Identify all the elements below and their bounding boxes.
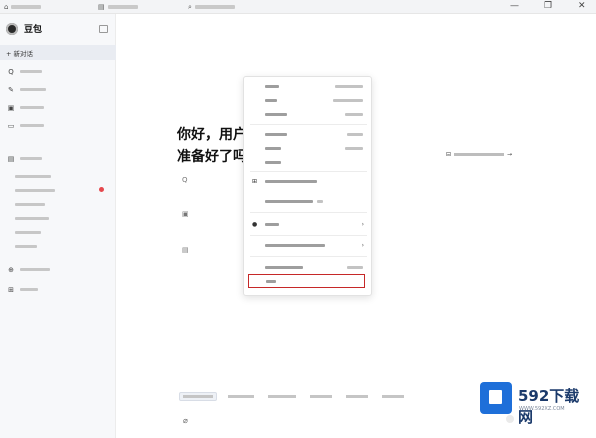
list-item[interactable] (15, 186, 55, 194)
input-toolbar (179, 392, 407, 401)
list-item[interactable] (15, 200, 45, 208)
globe-icon: ● (252, 220, 258, 228)
brand-name: 豆包 (24, 25, 43, 35)
menu-item[interactable] (244, 129, 373, 139)
menu-item-highlighted[interactable] (248, 274, 365, 288)
menu-item[interactable] (244, 109, 373, 119)
mode-chip[interactable] (343, 392, 371, 401)
notification-badge (99, 187, 104, 192)
sidebar-item-ai-search[interactable]: Q (0, 64, 116, 79)
menu-separator (250, 124, 367, 125)
menu-item[interactable] (244, 143, 373, 153)
tab-document[interactable]: ▤ (98, 1, 138, 13)
tab-label (194, 5, 235, 9)
favorites-icon: ⊞ (8, 285, 14, 294)
history-icon: ▤ (7, 154, 15, 163)
greeting-line-2: 准备好了吗 (177, 149, 247, 165)
mode-chip[interactable] (225, 392, 257, 401)
menu-item[interactable] (244, 157, 373, 167)
arrow-right-icon: → (507, 151, 513, 158)
chevron-right-icon: › (361, 241, 364, 249)
menu-item[interactable]: ⊞ (244, 176, 373, 186)
close-button[interactable]: ✕ (578, 1, 586, 11)
title-bar: ⌂ ▤ ⌕ — ❐ ✕ (0, 0, 596, 14)
logo-icon (480, 382, 512, 414)
list-item[interactable] (15, 214, 49, 222)
menu-item[interactable] (244, 95, 373, 105)
sidebar-item-image[interactable]: ▣ (0, 100, 116, 115)
ai-icon: ⊟ (446, 151, 452, 158)
minimize-button[interactable]: — (510, 1, 519, 11)
brand: 豆包 (6, 22, 42, 35)
home-icon: ⌂ (4, 3, 9, 11)
writing-icon: ✎ (8, 85, 14, 94)
search-icon: Q (8, 67, 14, 76)
mode-chip[interactable] (379, 392, 407, 401)
list-item[interactable] (15, 242, 37, 250)
ai-hint-link[interactable]: ⊟ → (446, 151, 512, 158)
menu-separator (250, 171, 367, 172)
menu-separator (250, 212, 367, 213)
menu-item[interactable] (244, 196, 373, 206)
document-icon: ▤ (98, 3, 105, 11)
menu-separator (250, 256, 367, 257)
mode-chip[interactable] (179, 392, 217, 401)
attachment-icon[interactable]: ⌀ (183, 416, 188, 425)
search-icon: ⌕ (188, 2, 192, 11)
sidebar-item-video[interactable]: ▭ (0, 118, 116, 133)
tab-home[interactable]: ⌂ (4, 1, 42, 13)
list-item[interactable] (15, 172, 51, 180)
sidebar-item-writing[interactable]: ✎ (0, 82, 116, 97)
download-icon: ⊕ (8, 265, 14, 274)
menu-separator (250, 235, 367, 236)
menu-item[interactable] (244, 262, 373, 272)
video-icon: ▭ (7, 121, 15, 130)
sidebar-item-new-chat[interactable]: + 新对话 (0, 45, 116, 60)
tab-label (107, 5, 138, 9)
sidebar-item-label: + 新对话 (6, 49, 34, 58)
chevron-right-icon: › (361, 220, 364, 228)
list-item[interactable] (15, 228, 41, 236)
menu-item[interactable] (244, 81, 373, 91)
restore-button[interactable]: ❐ (544, 1, 552, 11)
menu-item[interactable]: › (244, 240, 373, 250)
search-icon: Q (182, 176, 188, 184)
tab-label (11, 5, 42, 9)
context-menu: ⊞ ● › › (243, 76, 372, 296)
avatar[interactable] (6, 22, 18, 35)
sidebar-item-download[interactable]: ⊕ (0, 262, 116, 277)
greeting-line-1: 你好，用户 (177, 127, 247, 143)
sidebar-toggle-icon[interactable] (99, 25, 108, 33)
mode-chip[interactable] (265, 392, 299, 401)
video-icon: ▤ (182, 246, 189, 254)
sidebar-item-recent[interactable]: ▤ (0, 151, 116, 166)
menu-item[interactable]: ● › (244, 219, 373, 229)
image-icon: ▣ (7, 103, 15, 112)
tab-search[interactable]: ⌕ (188, 1, 235, 13)
sidebar: 豆包 + 新对话 Q ✎ ▣ ▭ ▤ ⊕ ⊞ (0, 14, 116, 438)
watermark-url: WWW.592XZ.COM (519, 406, 565, 412)
image-icon: ▣ (182, 210, 189, 218)
mode-chip[interactable] (307, 392, 335, 401)
qr-icon: ⊞ (252, 177, 258, 185)
site-watermark: 592下载网 WWW.592XZ.COM (476, 380, 594, 426)
sidebar-item-favorites[interactable]: ⊞ (0, 282, 116, 297)
